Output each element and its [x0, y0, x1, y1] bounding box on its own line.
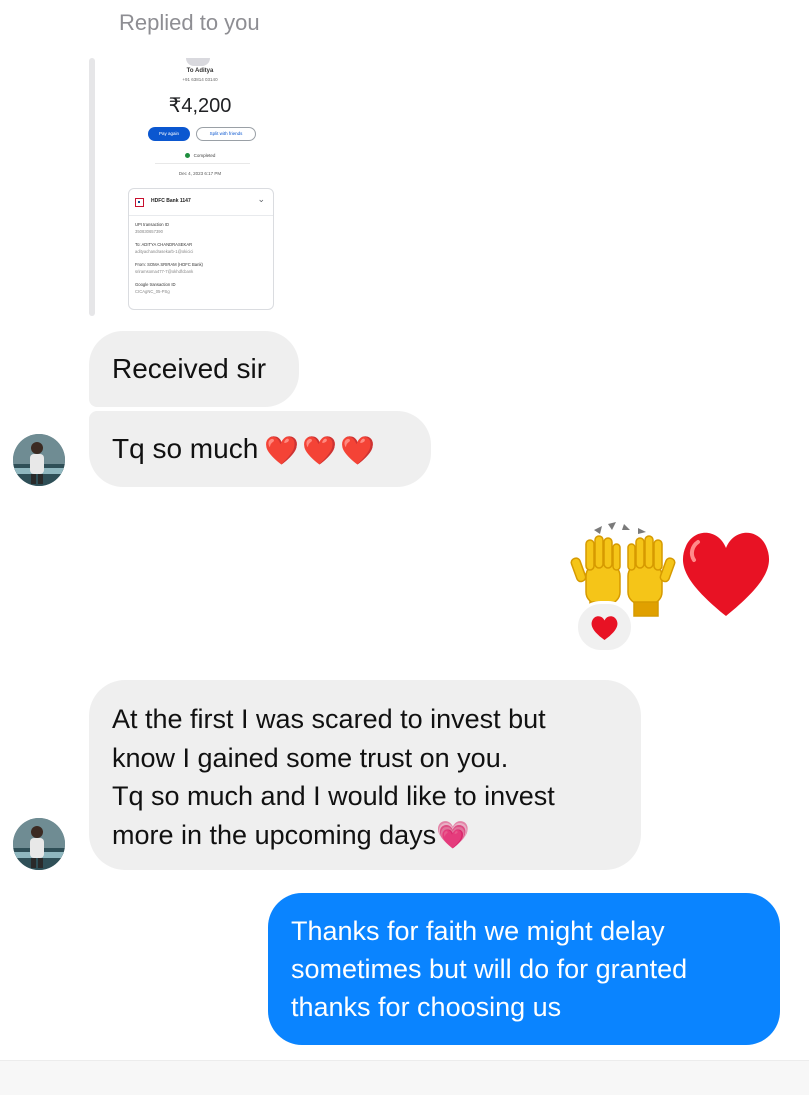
red-heart-icon	[591, 616, 618, 640]
message-text: Tq so much	[112, 433, 259, 464]
google-id-label: Google transaction ID	[135, 282, 176, 287]
receipt-recipient: To Aditya	[186, 68, 214, 74]
red-heart-icon: ❤️	[340, 434, 375, 466]
message-line: At the first I was scared to invest but	[112, 704, 546, 734]
avatar-photo	[13, 434, 65, 486]
upi-id-value: 350830657390	[135, 229, 163, 234]
reply-quote-bar	[89, 58, 95, 316]
from-value: sriramsoma477-7@okhdfcbank	[135, 269, 194, 274]
avatar-photo	[13, 818, 65, 870]
receipt-date: Dec 4, 2023 6:17 PM	[178, 171, 222, 176]
upi-id-label: UPI transaction ID	[135, 222, 169, 227]
message-bubble-invest[interactable]: At the first I was scared to invest but …	[89, 680, 641, 870]
receipt-status-text: Completed	[193, 153, 216, 158]
message-line: know I gained some trust on you.	[112, 742, 509, 773]
receipt-details-card: HDFC Bank 1147 ⌄ UPI transaction ID 3508…	[128, 188, 274, 310]
pink-heart-icon: 💗	[436, 819, 470, 850]
message-bubble-outgoing-reply[interactable]: Thanks for faith we might delay sometime…	[268, 893, 780, 1045]
message-text: Received sir	[112, 353, 267, 384]
pay-again-button: Pay again	[148, 127, 190, 141]
message-bubble-tq-so-much[interactable]: Tq so much ❤️ ❤️ ❤️	[89, 411, 431, 487]
bank-logo-icon	[135, 198, 144, 207]
split-with-friends-button: Split with friends	[196, 127, 256, 141]
card-divider	[129, 215, 273, 216]
message-line: more in the upcoming days	[112, 819, 437, 850]
red-heart-icon: ❤️	[264, 434, 300, 466]
to-value: adityachandrasekarb-1@okicici	[135, 249, 194, 254]
receipt-phone: +91 63814 03140	[182, 77, 218, 82]
receipt-bank-name: HDFC Bank 1147	[151, 198, 191, 204]
google-id-value: CICAgNC_05-PSg	[135, 289, 170, 294]
replied-to-you-label: Replied to you	[119, 10, 260, 35]
message-line: Tq so much and I would like to invest	[112, 781, 555, 811]
chevron-down-icon: ⌄	[257, 194, 265, 204]
message-reaction[interactable]	[575, 601, 634, 653]
payment-receipt-image[interactable]: To Aditya +91 63814 03140 ₹4,200 Pay aga…	[120, 58, 280, 320]
avatar[interactable]	[13, 818, 65, 870]
from-label: From: SOMA SRIRAM (HDFC Bank)	[135, 262, 203, 267]
message-bubble-received-sir[interactable]: Received sir	[89, 331, 299, 407]
receipt-divider	[155, 163, 250, 164]
message-composer-edge	[0, 1060, 809, 1095]
red-heart-icon: ❤️	[302, 434, 338, 466]
message-line: thanks for choosing us	[291, 992, 562, 1022]
message-line: sometimes but will do for granted	[291, 954, 688, 984]
receipt-amount: ₹4,200	[168, 95, 232, 117]
to-label: To: ADITYA CHANDRASEKAR	[135, 242, 193, 247]
receipt-status: Completed	[120, 153, 280, 159]
message-line: Thanks for faith we might delay	[291, 916, 665, 946]
message-line-last: more in the upcoming days💗	[112, 816, 617, 855]
check-circle-icon	[184, 153, 190, 159]
avatar[interactable]	[13, 434, 65, 486]
heart-emojis: ❤️ ❤️ ❤️	[264, 413, 378, 489]
receipt-avatar	[186, 58, 210, 66]
